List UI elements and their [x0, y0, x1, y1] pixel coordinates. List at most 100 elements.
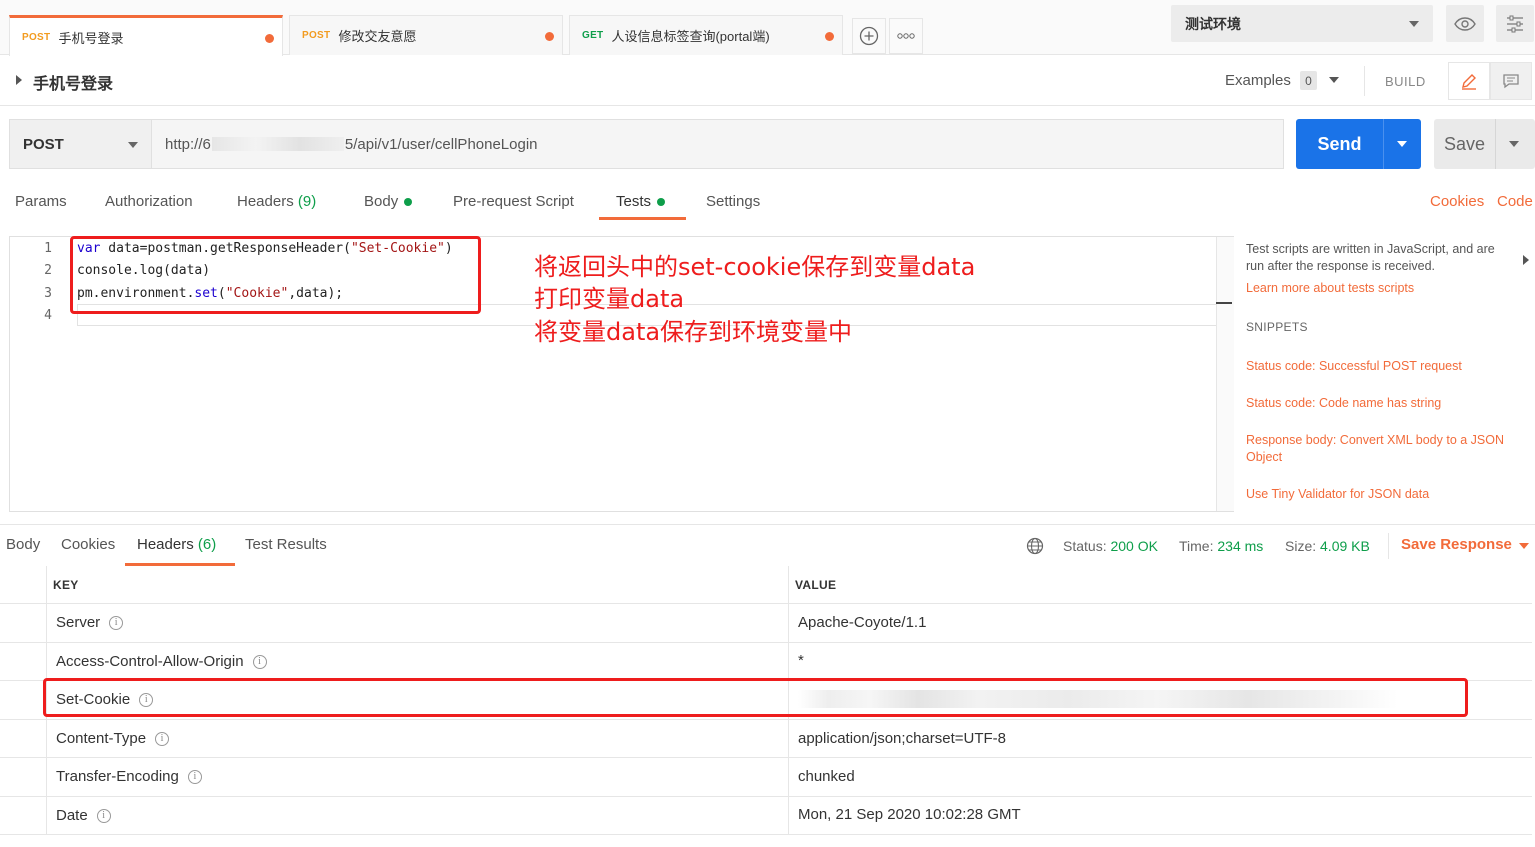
method-select[interactable]: POST [9, 119, 152, 169]
chevron-down-icon[interactable] [1519, 543, 1529, 549]
unsaved-dot-icon [545, 32, 554, 41]
status-dot-icon [657, 198, 666, 207]
collapse-panel-icon[interactable] [1523, 255, 1529, 265]
more-tabs-button[interactable] [889, 18, 923, 54]
snippet-item[interactable]: Response body: Convert XML body to a JSO… [1246, 432, 1518, 466]
line-number: 2 [44, 263, 52, 278]
editor-scrollbar[interactable] [1216, 237, 1234, 511]
send-button[interactable]: Send [1296, 119, 1421, 169]
response-tab-body[interactable]: Body [6, 536, 40, 553]
row-gutter [0, 720, 47, 757]
header-key: Content-Type i [56, 730, 170, 747]
build-mode-label[interactable]: BUILD [1385, 74, 1426, 89]
line-number: 4 [44, 308, 52, 323]
tab-tests-label: Tests [616, 193, 652, 210]
line-gutter: 1 2 3 4 [10, 237, 66, 511]
save-label: Save [1443, 133, 1486, 154]
unsaved-dot-icon [265, 34, 274, 43]
method-badge: POST [302, 30, 331, 41]
status-info: Status: 200 OK [1063, 538, 1158, 554]
tab-settings[interactable]: Settings [706, 193, 760, 210]
request-name-row: 手机号登录 Examples 0 BUILD [0, 56, 1535, 106]
method-badge: GET [582, 30, 604, 41]
header-key: Access-Control-Allow-Origin i [56, 653, 267, 670]
send-label: Send [1317, 133, 1362, 154]
new-tab-button[interactable] [852, 18, 886, 54]
tab-params[interactable]: Params [15, 193, 67, 210]
unsaved-dot-icon [825, 32, 834, 41]
table-row: Content-Type i application/json;charset=U… [0, 720, 1532, 758]
info-icon[interactable]: i [155, 731, 170, 746]
tab-title: 人设信息标签查询(portal端) [611, 29, 770, 44]
row-gutter [0, 604, 47, 642]
more-icon [897, 33, 915, 39]
tab-title: 修改交友意愿 [338, 29, 417, 44]
tests-intro-text: Test scripts are written in JavaScript, … [1246, 242, 1495, 273]
response-tab-headers[interactable]: Headers (6) [137, 536, 216, 553]
active-tab-indicator [599, 217, 686, 220]
chevron-down-icon[interactable] [1397, 141, 1407, 147]
globe-icon[interactable] [1026, 537, 1044, 555]
snippet-item[interactable]: Status code: Code name has string [1246, 395, 1518, 412]
snippet-item[interactable]: Use Tiny Validator for JSON data [1246, 486, 1518, 503]
request-tab-persona-query[interactable]: GET 人设信息标签查询(portal端) [569, 15, 843, 55]
environment-quick-look-button[interactable] [1446, 5, 1484, 42]
header-value: application/json;charset=UTF-8 [798, 730, 1007, 747]
annotation-line-3: 将变量data保存到环境变量中 [534, 318, 853, 346]
tab-body-label: Body [364, 193, 399, 210]
table-row: Date i Mon, 21 Sep 2020 10:02:28 GMT [0, 797, 1532, 835]
info-icon[interactable]: i [187, 769, 202, 784]
annotation-line-2: 打印变量data [534, 285, 685, 313]
tab-tests[interactable]: Tests [616, 193, 666, 210]
comments-button[interactable] [1490, 62, 1532, 100]
scroll-thumb[interactable] [1216, 302, 1232, 304]
examples-dropdown[interactable]: Examples [1225, 72, 1291, 89]
request-tab-edit-dating[interactable]: POST 修改交友意愿 [289, 15, 563, 55]
edit-mode-button[interactable] [1448, 62, 1490, 100]
size-value: 4.09 KB [1320, 538, 1370, 554]
column-header-value: VALUE [795, 578, 837, 592]
divider [0, 524, 1535, 525]
url-path: 5/api/v1/user/cellPhoneLogin [344, 135, 538, 153]
response-tab-test-results[interactable]: Test Results [245, 536, 327, 553]
eye-icon [1454, 16, 1476, 31]
column-divider [788, 758, 789, 796]
tab-body[interactable]: Body [364, 193, 413, 210]
save-button[interactable]: Save [1434, 119, 1535, 169]
environment-label: 测试环境 [1185, 15, 1241, 32]
column-divider [788, 797, 789, 834]
tab-headers[interactable]: Headers (9) [237, 193, 316, 210]
url-prefix: http://6 [165, 135, 211, 153]
snippet-item[interactable]: Status code: Successful POST request [1246, 358, 1518, 375]
column-divider [788, 720, 789, 757]
tab-headers-label: Headers [237, 193, 294, 210]
save-response-button[interactable]: Save Response [1401, 536, 1512, 553]
chevron-down-icon[interactable] [1329, 77, 1339, 83]
tab-authorization[interactable]: Authorization [105, 193, 193, 210]
chevron-down-icon[interactable] [1509, 141, 1519, 147]
request-tab-phone-login[interactable]: POST 手机号登录 [9, 15, 283, 56]
request-name[interactable]: 手机号登录 [33, 70, 113, 94]
learn-more-link[interactable]: Learn more about tests scripts [1246, 280, 1518, 297]
info-icon[interactable]: i [109, 615, 124, 630]
cookies-link[interactable]: Cookies [1430, 193, 1484, 210]
header-key-text: Server [56, 614, 101, 631]
expand-triangle-icon[interactable] [16, 75, 22, 85]
environment-selector[interactable]: 测试环境 [1171, 5, 1433, 42]
header-value: chunked [798, 768, 855, 785]
header-value: Apache-Coyote/1.1 [798, 614, 927, 631]
set-cookie-highlight-box [43, 678, 1468, 717]
column-divider [788, 604, 789, 642]
header-value: Mon, 21 Sep 2020 10:02:28 GMT [798, 806, 1021, 823]
comment-icon [1503, 74, 1519, 89]
redacted-host [211, 137, 344, 151]
response-tab-cookies[interactable]: Cookies [61, 536, 115, 553]
code-link[interactable]: Code [1497, 193, 1533, 210]
divider [1495, 119, 1496, 169]
url-input[interactable]: http://6 5/api/v1/user/cellPhoneLogin [152, 119, 1284, 169]
header-key-text: Transfer-Encoding [56, 768, 179, 785]
info-icon[interactable]: i [252, 654, 267, 669]
info-icon[interactable]: i [96, 808, 111, 823]
manage-environments-button[interactable] [1496, 5, 1534, 42]
tab-prerequest-script[interactable]: Pre-request Script [453, 193, 574, 210]
